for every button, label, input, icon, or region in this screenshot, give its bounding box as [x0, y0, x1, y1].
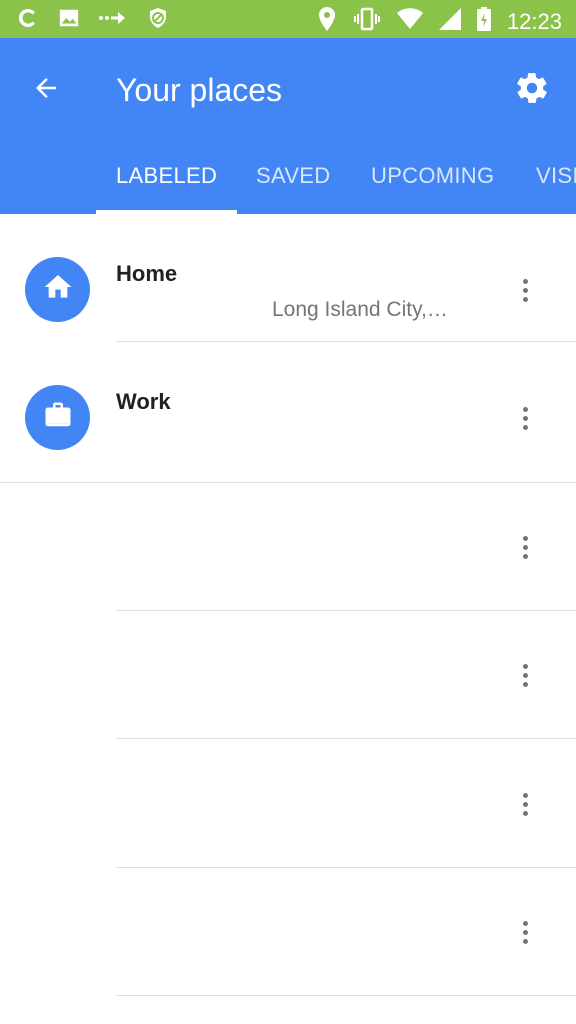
signal-icon [438, 8, 461, 35]
place-name: Work [116, 389, 171, 414]
home-avatar [25, 257, 90, 322]
list-item-home[interactable]: Home Long Island City,… [0, 214, 576, 342]
work-avatar [25, 385, 90, 450]
more-vert-icon [522, 920, 528, 944]
more-vert-icon [522, 535, 528, 559]
more-vert-icon [522, 278, 528, 302]
image-icon [58, 7, 80, 34]
place-address: Long Island City,… [272, 298, 448, 321]
place-name: Home [116, 261, 178, 286]
more-options-button[interactable] [505, 780, 545, 828]
tab-labeled[interactable]: LABELED [116, 156, 217, 214]
list-item-empty[interactable] [0, 611, 576, 739]
row-divider [116, 738, 576, 739]
location-pin-icon [317, 6, 337, 37]
tab-saved[interactable]: SAVED [256, 156, 330, 214]
status-bar-right-icons: 12:23 [317, 6, 562, 37]
back-button[interactable] [22, 66, 70, 114]
list-item-work[interactable]: Work [0, 342, 576, 470]
list-item-empty[interactable] [0, 868, 576, 996]
wifi-icon [396, 8, 423, 35]
cyanogen-icon [16, 6, 40, 35]
more-vert-icon [522, 792, 528, 816]
briefcase-icon [43, 400, 73, 435]
transfer-arrows-icon [98, 7, 128, 34]
more-options-button[interactable] [505, 266, 545, 314]
blocked-icon [146, 6, 170, 35]
status-bar-left-icons [16, 6, 170, 35]
vibrate-icon [353, 7, 381, 36]
status-bar: 12:23 [0, 0, 576, 38]
list-item-empty[interactable] [0, 740, 576, 868]
arrow-back-icon [31, 73, 61, 108]
more-vert-icon [522, 406, 528, 430]
home-icon [42, 271, 74, 308]
battery-charging-icon [476, 7, 491, 36]
list-item-empty[interactable] [0, 483, 576, 611]
more-vert-icon [522, 663, 528, 687]
gear-icon [514, 70, 550, 111]
page-title: Your places [116, 72, 283, 108]
more-options-button[interactable] [505, 908, 545, 956]
more-options-button[interactable] [505, 523, 545, 571]
settings-button[interactable] [508, 66, 556, 114]
more-options-button[interactable] [505, 651, 545, 699]
tab-bar: LABELED SAVED UPCOMING VISITED [0, 156, 576, 214]
tab-upcoming[interactable]: UPCOMING [371, 156, 494, 214]
row-divider [116, 995, 576, 996]
status-time: 12:23 [506, 8, 562, 34]
more-options-button[interactable] [505, 394, 545, 442]
tab-visited[interactable]: VISITED [536, 156, 576, 214]
app-bar: Your places LABELED SAVED UPCOMING VISIT… [0, 38, 576, 214]
section-divider [0, 482, 576, 483]
